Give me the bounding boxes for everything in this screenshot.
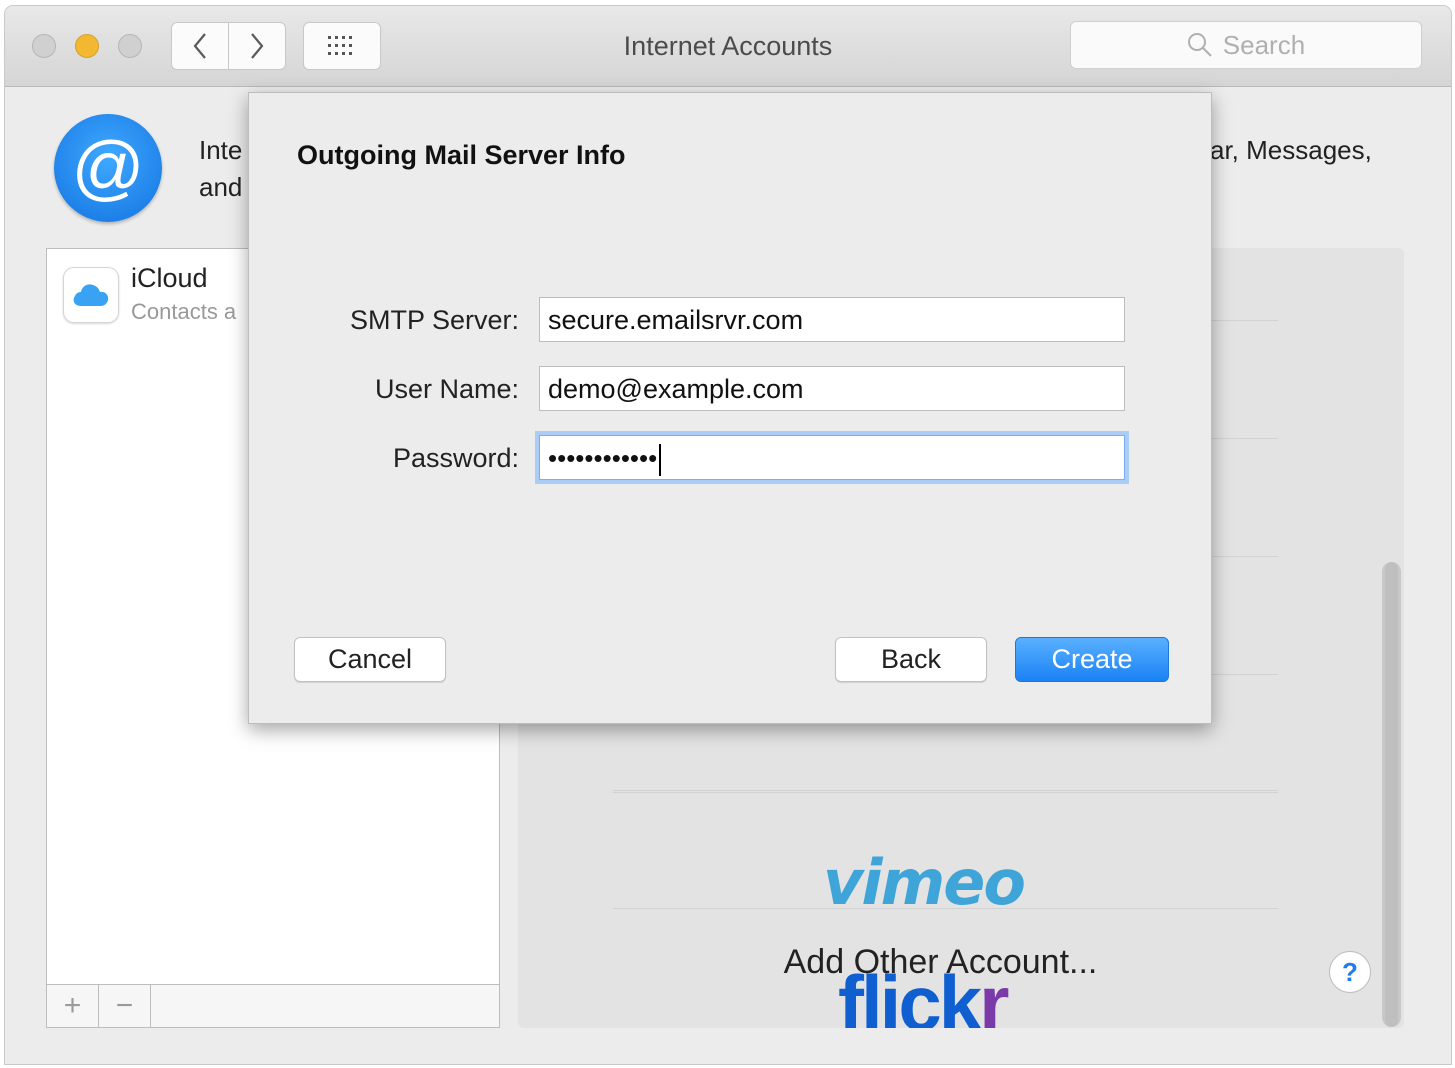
user-name-field[interactable]: demo@example.com [539,366,1125,411]
search-field[interactable]: Search [1070,21,1422,69]
sheet-title: Outgoing Mail Server Info [297,140,626,170]
title-bar: Internet Accounts Search [5,6,1451,87]
header-description-right: ar, Messages, [1210,135,1372,165]
smtp-server-label: SMTP Server: [349,305,519,335]
scrollbar-thumb[interactable] [1385,562,1398,1027]
password-field[interactable]: •••••••••••• [539,435,1125,480]
icloud-icon [63,267,119,323]
help-icon[interactable]: ? [1329,951,1371,993]
password-label: Password: [392,443,519,473]
back-sheet-button[interactable]: Back [835,637,987,682]
search-placeholder: Search [1222,29,1306,60]
user-name-label: User Name: [374,374,519,404]
outgoing-mail-sheet: Outgoing Mail Server Info SMTP Server: s… [248,92,1212,724]
smtp-server-field[interactable]: secure.emailsrvr.com [539,297,1125,342]
cancel-button[interactable]: Cancel [294,637,446,682]
add-account-button[interactable]: + [47,985,99,1027]
account-name: iCloud [131,263,208,293]
at-sign-icon: @ [54,114,162,222]
provider-separator [613,908,1278,909]
header-description-left: Inte and [199,132,242,206]
list-footer: + − [47,984,499,1027]
header-desc-line1: Inte [199,135,243,165]
provider-separator [613,792,1278,793]
providers-scrollbar[interactable] [1382,562,1401,1027]
password-value: •••••••••••• [548,443,658,474]
create-button[interactable]: Create [1015,637,1169,682]
header-desc-line2: and [199,172,243,202]
account-subtitle: Contacts a [131,299,237,324]
add-other-account[interactable]: Add Other Account... [768,943,1113,982]
remove-account-button[interactable]: − [99,985,151,1027]
provider-separator [613,790,1278,791]
internet-accounts-window: Internet Accounts Search @ Inte and ar, … [5,6,1451,1064]
search-icon [1187,33,1212,57]
text-caret [659,444,662,476]
